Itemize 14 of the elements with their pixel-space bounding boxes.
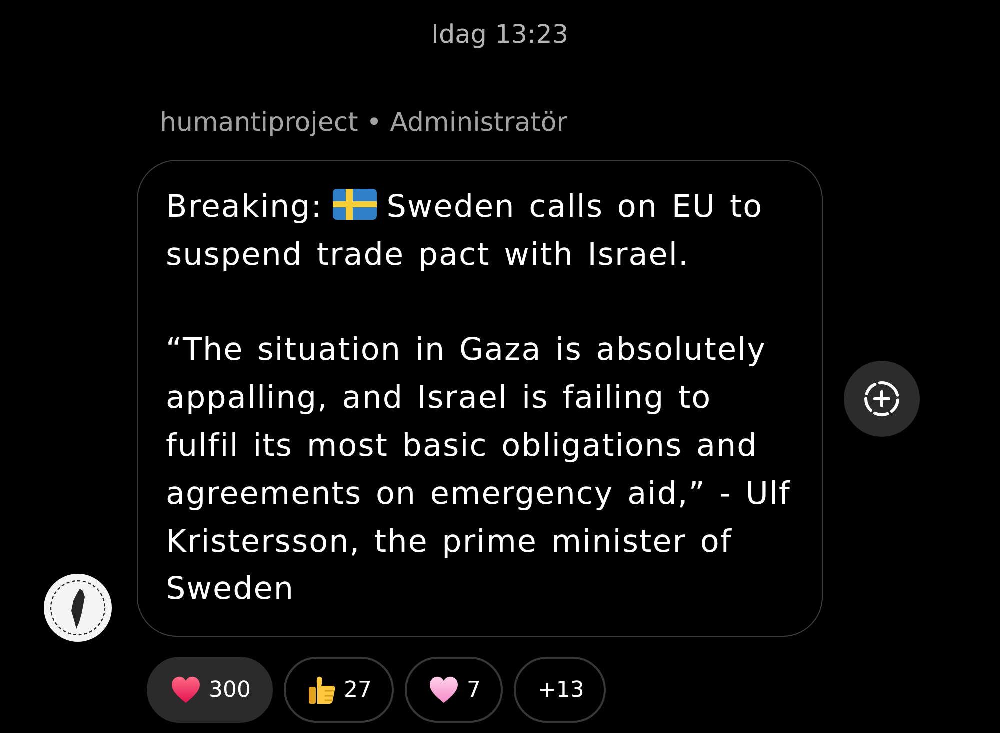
flag-icon [332, 189, 377, 220]
headline-text: Breaking: Sweden calls on EU to suspend trade pact with Israel. [166, 188, 764, 275]
heart-icon [429, 676, 459, 704]
avatar-icon [44, 574, 112, 642]
dashed-circle-plus-icon [862, 378, 902, 419]
message-text: “The situation in Gaza is absolutely appalling, and Israel is failing to fulfil its most basic obligations and agreements on emergency aid,” - Ulf Kristersson, the prime minister of Sweden [166, 331, 792, 610]
reaction-button[interactable]: 7 [405, 657, 503, 724]
reaction-button[interactable]: 27 [284, 657, 394, 724]
more-reactions-button[interactable]: +13 [514, 657, 606, 724]
timestamp: Idag 13:23 [431, 19, 569, 52]
heart-icon [171, 676, 201, 704]
sender-name: humantiproject • Administratör [160, 107, 568, 140]
reaction-button[interactable]: 300 [147, 657, 273, 724]
thumbs-up-icon [308, 675, 336, 706]
